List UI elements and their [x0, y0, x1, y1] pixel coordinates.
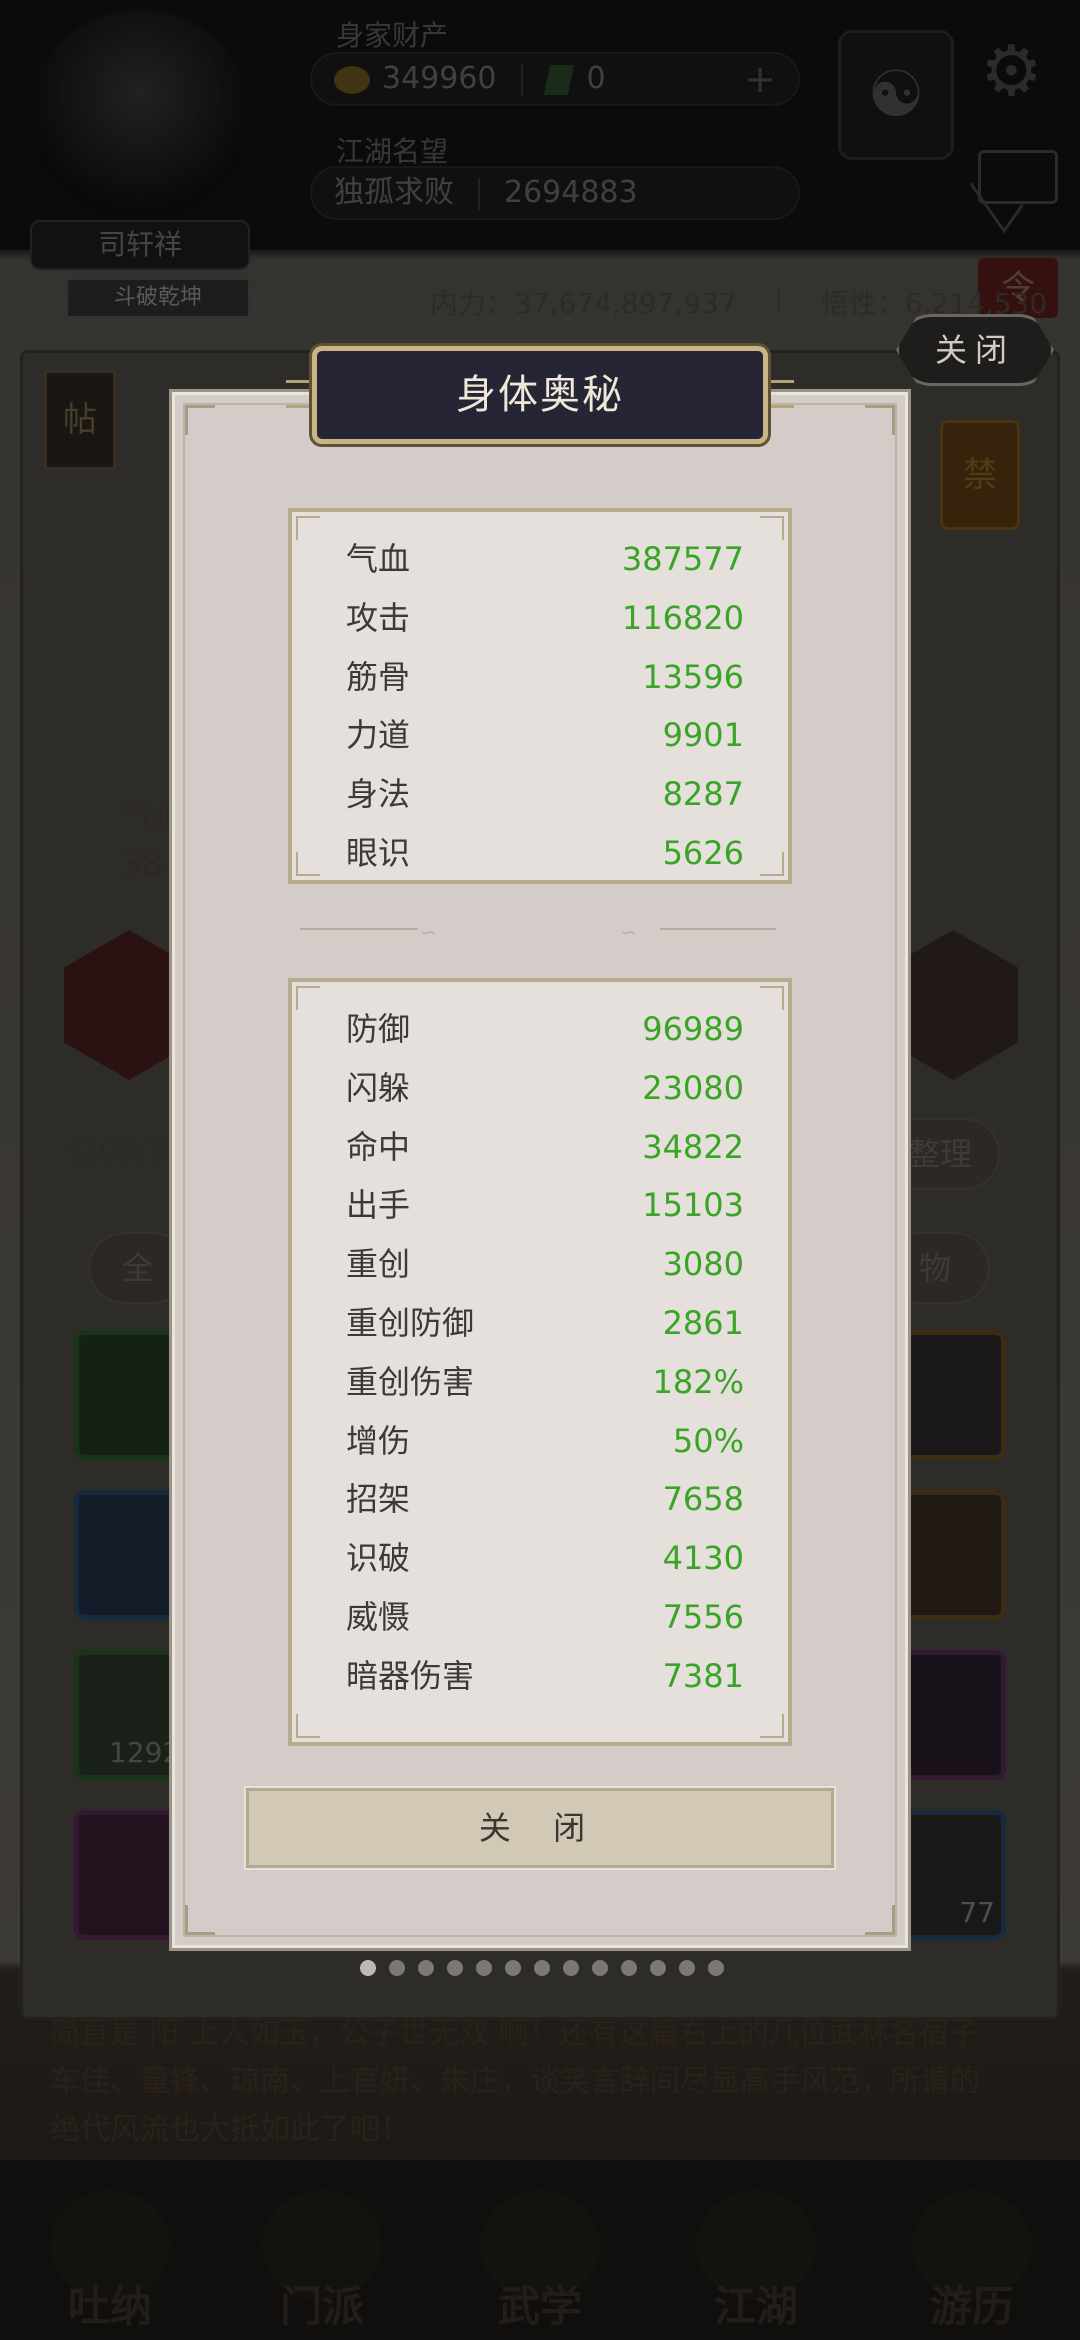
stat-row: 威慑 7556 — [346, 1588, 744, 1646]
stat-row: 破骨概率 10.70% — [346, 1706, 744, 1712]
stat-row: 闪躲 23080 — [346, 1059, 744, 1117]
stat-label: 重创伤害 — [346, 1362, 475, 1401]
corner-ornament — [760, 986, 784, 1010]
page-dot[interactable] — [505, 1960, 521, 1976]
primary-stats-panel: 气血 387577 攻击 116820 筋骨 13596 力道 9901 身法 8287 眼识 562… — [288, 508, 792, 884]
page-dot[interactable] — [418, 1960, 434, 1976]
stat-value: 15103 — [642, 1186, 744, 1225]
stat-row: 气血 387577 — [346, 530, 744, 588]
stat-label: 破骨概率 — [346, 1706, 474, 1712]
divider-ornament: ∽ — [620, 920, 637, 944]
stat-value: 4130 — [662, 1539, 744, 1578]
stat-value: 23080 — [642, 1068, 744, 1107]
stat-value: 2861 — [662, 1304, 744, 1342]
stat-value: 10.70% — [622, 1706, 744, 1712]
stat-row: 出手 15103 — [346, 1176, 744, 1234]
stat-value: 387577 — [621, 540, 744, 578]
stat-value: 182% — [652, 1362, 744, 1401]
corner-ornament — [865, 1905, 895, 1935]
page-dot[interactable] — [650, 1960, 666, 1976]
corner-ornament — [296, 1714, 320, 1738]
secondary-stats-panel[interactable]: 防御 96989 闪躲 23080 命中 34822 出手 15103 重创 3080 重创防御 28… — [288, 978, 792, 1746]
stat-label: 防御 — [346, 1010, 411, 1048]
stat-label: 命中 — [346, 1127, 411, 1166]
stat-row: 识破 4130 — [346, 1529, 744, 1587]
corner-ornament — [760, 516, 784, 540]
stat-label: 筋骨 — [346, 657, 411, 696]
dialog-title: 身体奥秘 — [456, 372, 624, 418]
stats-scroll-area[interactable]: 防御 96989 闪躲 23080 命中 34822 出手 15103 重创 3080 重创防御 28… — [292, 982, 788, 1712]
stat-label: 力道 — [346, 716, 411, 755]
stat-label: 攻击 — [346, 598, 411, 637]
stat-value: 7381 — [662, 1656, 744, 1695]
page-dot[interactable] — [360, 1960, 376, 1976]
stat-label: 威慑 — [346, 1598, 411, 1636]
stat-label: 身法 — [346, 775, 411, 814]
corner-ornament — [760, 1714, 784, 1738]
page-dot[interactable] — [592, 1960, 608, 1976]
stat-label: 眼识 — [346, 834, 411, 872]
divider-line — [660, 928, 776, 930]
stat-value: 116820 — [621, 598, 744, 637]
stat-label: 暗器伤害 — [346, 1656, 475, 1695]
stat-row: 命中 34822 — [346, 1118, 744, 1176]
divider-line — [300, 928, 418, 930]
page-dot[interactable] — [679, 1960, 695, 1976]
stat-row: 筋骨 13596 — [346, 648, 744, 706]
page-dot[interactable] — [476, 1960, 492, 1976]
game-screen: 司轩祥 斗破乾坤 身家财产 349960 0 + 江湖名望 独孤求败 2694883… — [0, 0, 1080, 2340]
stat-value: 96989 — [642, 1010, 744, 1048]
stat-value: 13596 — [642, 657, 744, 696]
top-close-button[interactable]: 关闭 — [896, 314, 1054, 386]
close-button[interactable]: 关 闭 — [244, 1786, 836, 1870]
stat-label: 气血 — [346, 540, 411, 578]
corner-ornament — [865, 405, 895, 435]
stat-value: 7658 — [662, 1480, 744, 1519]
stat-row: 重创防御 2861 — [346, 1294, 744, 1352]
corner-ornament — [296, 852, 320, 876]
stat-label: 出手 — [346, 1186, 411, 1225]
stat-row: 增伤 50% — [346, 1412, 744, 1470]
stat-label: 重创防御 — [346, 1304, 475, 1342]
stat-label: 增伤 — [346, 1421, 411, 1460]
stat-row: 身法 8287 — [346, 765, 744, 823]
stat-value: 50% — [672, 1421, 744, 1460]
stat-row: 攻击 116820 — [346, 589, 744, 647]
stat-label: 闪躲 — [346, 1068, 411, 1107]
stat-label: 重创 — [346, 1245, 411, 1284]
stat-row: 招架 7658 — [346, 1470, 744, 1528]
page-dot[interactable] — [621, 1960, 637, 1976]
stat-value: 7556 — [662, 1598, 744, 1636]
stat-value: 8287 — [662, 775, 744, 814]
corner-ornament — [185, 1905, 215, 1935]
stat-label: 识破 — [346, 1539, 411, 1578]
stat-row: 暗器伤害 7381 — [346, 1647, 744, 1705]
stat-row: 重创 3080 — [346, 1235, 744, 1293]
stat-value: 34822 — [642, 1127, 744, 1166]
page-dot[interactable] — [708, 1960, 724, 1976]
stat-row: 重创伤害 182% — [346, 1353, 744, 1411]
stat-row: 防御 96989 — [346, 1000, 744, 1058]
dialog-title-plate: 身体奥秘 — [312, 346, 768, 444]
stat-value: 5626 — [662, 834, 744, 872]
stat-value: 3080 — [662, 1245, 744, 1284]
page-dot[interactable] — [447, 1960, 463, 1976]
page-dot[interactable] — [563, 1960, 579, 1976]
corner-ornament — [185, 405, 215, 435]
corner-ornament — [296, 516, 320, 540]
stat-value: 9901 — [662, 716, 744, 755]
stat-row: 眼识 5626 — [346, 824, 744, 880]
page-dot[interactable] — [534, 1960, 550, 1976]
corner-ornament — [296, 986, 320, 1010]
divider-ornament: ∽ — [420, 920, 437, 944]
stat-label: 招架 — [346, 1480, 411, 1519]
page-dot[interactable] — [389, 1960, 405, 1976]
corner-ornament — [760, 852, 784, 876]
stat-row: 力道 9901 — [346, 706, 744, 764]
